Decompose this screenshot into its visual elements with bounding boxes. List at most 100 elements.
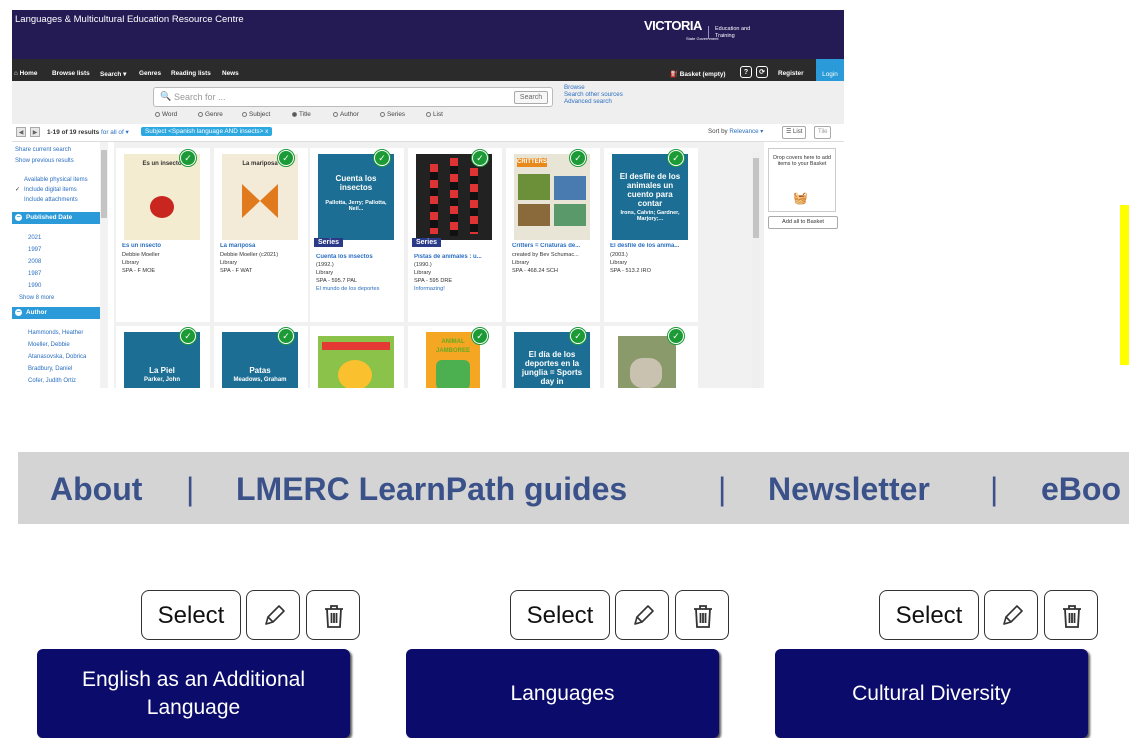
author-facet-item[interactable]: Hammonds, Heather (28, 330, 83, 336)
prev-page-button[interactable]: ◀ (16, 127, 26, 137)
year-facet-item[interactable]: 1987 (28, 271, 41, 277)
refresh-button[interactable]: ⟳ (756, 66, 768, 78)
link-separator: | (186, 471, 195, 507)
available-check-icon: ✓ (570, 150, 586, 166)
card-title: La mariposa (220, 243, 256, 249)
nav-genres[interactable]: Genres (139, 70, 161, 77)
scope-list[interactable]: List (426, 111, 443, 118)
pencil-icon (1003, 605, 1023, 625)
edit-button[interactable] (246, 590, 300, 640)
login-button[interactable]: Login (816, 59, 844, 81)
scope-author[interactable]: Author (333, 111, 359, 118)
delete-button[interactable] (306, 590, 360, 640)
nav-browse-lists[interactable]: Browse lists (52, 70, 90, 77)
digital-items-toggle[interactable]: Include digital items (24, 187, 77, 193)
result-card[interactable]: Cuenta los insectos Pallotta, Jerry; Pal… (310, 148, 404, 322)
year-facet-item[interactable]: 1990 (28, 283, 41, 289)
result-card[interactable] (310, 326, 404, 388)
result-card[interactable]: CRITTERS ✓ Critters = Criaturas de... cr… (506, 148, 600, 322)
author-facet-item[interactable]: Moeller, Debbie (28, 342, 70, 348)
results-grid: Es un insecto ✓ Es un insecto Debbie Moe… (114, 142, 764, 388)
digital-checkmark: ✓ (15, 187, 21, 193)
available-check-icon: ✓ (668, 328, 684, 344)
result-card[interactable]: ✓ (604, 326, 698, 388)
results-scroll-thumb[interactable] (753, 158, 759, 238)
result-card[interactable]: Es un insecto ✓ Es un insecto Debbie Moe… (116, 148, 210, 322)
other-sources-link[interactable]: Search other sources (564, 91, 623, 98)
share-search-link[interactable]: Share current search (15, 147, 71, 153)
newsletter-link[interactable]: Newsletter (768, 471, 930, 508)
sort-control[interactable]: Sort by Relevance ▾ (708, 128, 763, 135)
physical-items-toggle[interactable]: Available physical items (24, 177, 88, 183)
attachments-toggle[interactable]: Include attachments (24, 197, 78, 203)
result-card[interactable]: La mariposa ✓ La mariposa Debbie Moeller… (214, 148, 308, 322)
available-check-icon: ✓ (180, 328, 196, 344)
scope-title[interactable]: Title (292, 111, 311, 118)
subject-filter-chip[interactable]: Subject <Spanish language AND insects> x (141, 127, 273, 136)
delete-button[interactable] (675, 590, 729, 640)
result-card[interactable]: ANIMAL JAMBOREE ✓ (408, 326, 502, 388)
nav-news[interactable]: News (222, 70, 239, 77)
list-view-button[interactable]: ☰ List (782, 126, 807, 139)
search-input[interactable]: 🔍 Search for ... Search (153, 87, 553, 107)
available-check-icon: ✓ (472, 150, 488, 166)
result-card[interactable]: La Piel Parker, John ✓ (116, 326, 210, 388)
basket-link[interactable]: ⛽ Basket (empty) (670, 70, 726, 78)
scope-series[interactable]: Series (380, 111, 405, 118)
author-facet[interactable]: − Author (12, 307, 100, 319)
category-tile-languages[interactable]: Languages (406, 649, 719, 738)
series-badge: Series (314, 238, 344, 247)
published-date-facet[interactable]: − Published Date (12, 212, 100, 224)
tile-view-button[interactable]: Tile (814, 126, 832, 139)
basket-drop-zone[interactable]: Drop covers here to add items to your Ba… (768, 148, 836, 212)
register-link[interactable]: Register (778, 70, 804, 77)
nav-reading-lists[interactable]: Reading lists (171, 70, 211, 77)
select-button[interactable]: Select (141, 590, 241, 640)
browse-link[interactable]: Browse (564, 84, 585, 91)
next-page-button[interactable]: ▶ (30, 127, 40, 137)
result-card[interactable]: El desfile de los animales un cuento par… (604, 148, 698, 322)
year-facet-item[interactable]: 1997 (28, 247, 41, 253)
scope-subject[interactable]: Subject (242, 111, 270, 118)
book-cover (416, 154, 492, 240)
author-facet-item[interactable]: Bradbury, Daniel (28, 366, 72, 372)
available-check-icon: ✓ (278, 328, 294, 344)
author-facet-item[interactable]: Cofer, Judith Ortiz (28, 378, 76, 384)
search-placeholder: Search for ... (174, 92, 226, 102)
search-button[interactable]: Search (514, 91, 548, 104)
result-card[interactable]: Patas Meadows, Graham ✓ (214, 326, 308, 388)
ebooks-link[interactable]: eBoo (1041, 471, 1121, 508)
delete-button[interactable] (1044, 590, 1098, 640)
advanced-search-link[interactable]: Advanced search (564, 98, 612, 105)
year-facet-item[interactable]: 2008 (28, 259, 41, 265)
add-all-to-basket-button[interactable]: Add all to Basket (768, 216, 838, 229)
series-link: Informazing! (414, 286, 445, 292)
nav-search[interactable]: Search ▾ (100, 70, 126, 78)
available-check-icon: ✓ (472, 328, 488, 344)
help-button[interactable]: ? (740, 66, 752, 78)
select-button[interactable]: Select (510, 590, 610, 640)
scope-word[interactable]: Word (155, 111, 177, 118)
result-card[interactable]: ✓ Series Pistas de animales : u... (1990… (408, 148, 502, 322)
learnpath-guides-link[interactable]: LMERC LearnPath guides (236, 471, 627, 508)
trash-icon (694, 605, 712, 628)
about-link[interactable]: About (50, 471, 142, 508)
select-button[interactable]: Select (879, 590, 979, 640)
edit-button[interactable] (615, 590, 669, 640)
available-check-icon: ✓ (278, 150, 294, 166)
site-title[interactable]: Languages & Multicultural Education Reso… (15, 14, 244, 25)
scope-genre[interactable]: Genre (198, 111, 223, 118)
show-more-link[interactable]: Show 8 more (19, 295, 54, 301)
category-tile-cultural-diversity[interactable]: Cultural Diversity (775, 649, 1088, 738)
nav-home[interactable]: ⌂ Home (14, 70, 37, 77)
sidebar-scroll-thumb[interactable] (101, 150, 107, 218)
result-card[interactable]: El día de los deportes en la junglia = S… (506, 326, 600, 388)
available-check-icon: ✓ (668, 150, 684, 166)
previous-results-link[interactable]: Show previous results (15, 158, 74, 164)
edit-button[interactable] (984, 590, 1038, 640)
series-link: El mundo de los deportes (316, 286, 380, 292)
category-tile-eal[interactable]: English as an Additional Language (37, 649, 350, 738)
available-check-icon: ✓ (374, 150, 390, 166)
author-facet-item[interactable]: Atanasovska, Dobrica (28, 354, 86, 360)
year-facet-item[interactable]: 2021 (28, 235, 41, 241)
